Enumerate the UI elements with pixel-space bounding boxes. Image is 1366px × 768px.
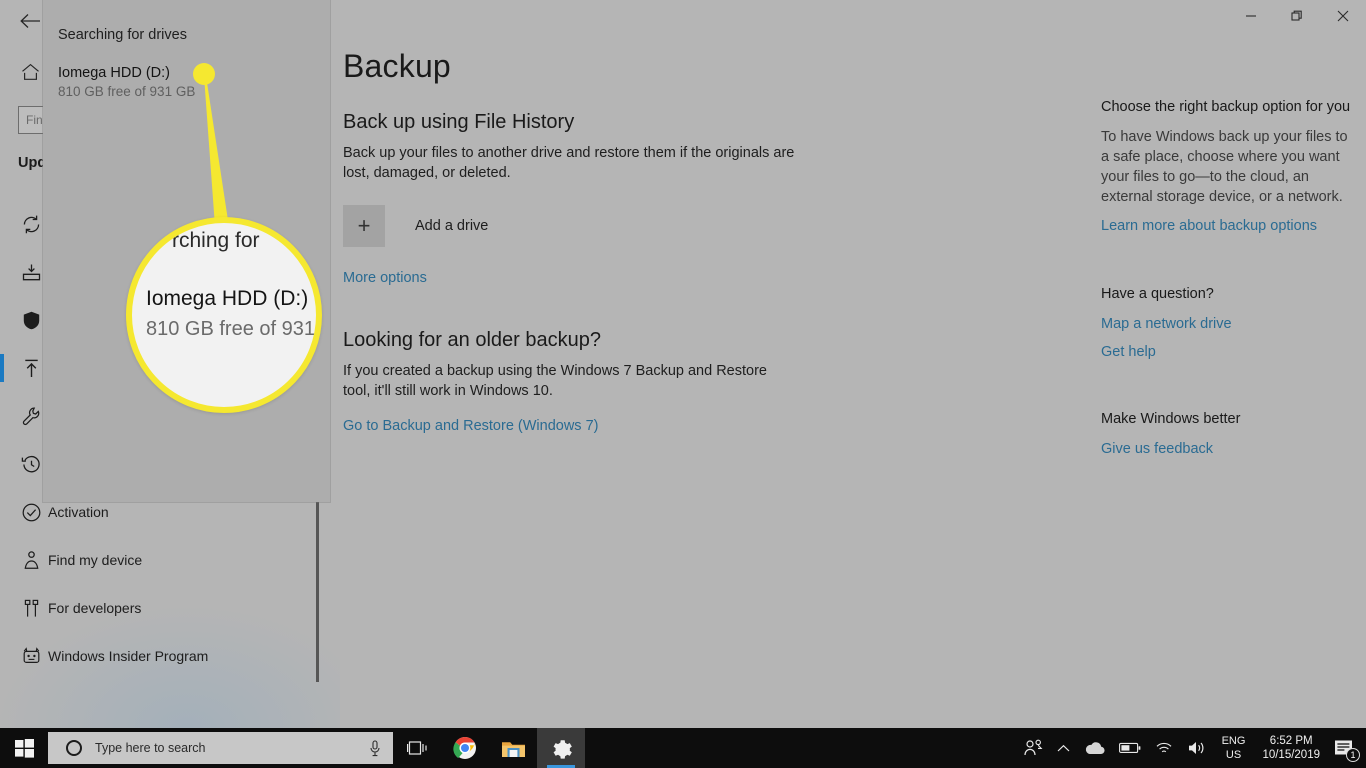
input-language-indicator[interactable]: ENG US <box>1213 734 1255 762</box>
add-a-drive-label: Add a drive <box>415 218 489 234</box>
magnifier-drive-free: 810 GB free of 931 <box>146 318 316 340</box>
chrome-button[interactable] <box>441 728 489 768</box>
give-us-feedback-link[interactable]: Give us feedback <box>1101 441 1351 457</box>
battery-icon[interactable] <box>1112 728 1148 768</box>
make-windows-better-heading: Make Windows better <box>1101 411 1241 427</box>
choose-option-body: To have Windows back up your files to a … <box>1101 129 1348 205</box>
task-view-button[interactable] <box>393 728 441 768</box>
magnifier-line-top: rching for <box>172 229 260 252</box>
file-explorer-button[interactable] <box>489 728 537 768</box>
clock[interactable]: 6:52 PM 10/15/2019 <box>1254 734 1328 762</box>
magnifier-drive-name: Iomega HDD (D:) <box>146 287 309 310</box>
cortana-icon <box>66 740 82 756</box>
minimize-button[interactable] <box>1228 0 1274 32</box>
magnifier-callout-circle: rching for Iomega HDD (D:) 810 GB free o… <box>126 217 322 413</box>
start-button[interactable] <box>0 728 48 768</box>
find-my-device-icon <box>14 550 48 571</box>
make-windows-better-block: Make Windows better Give us feedback <box>1101 410 1351 457</box>
main-content: Backup Back up using File History Back u… <box>343 48 1083 435</box>
map-network-drive-link[interactable]: Map a network drive <box>1101 316 1351 332</box>
taskbar-search-box[interactable]: Type here to search <box>48 732 393 764</box>
related-settings-pane: Choose the right backup option for you T… <box>1101 98 1351 457</box>
action-center-badge: 1 <box>1346 748 1360 762</box>
sidebar-item-windows-insider-program[interactable]: Windows Insider Program <box>0 632 320 680</box>
taskbar-search-placeholder: Type here to search <box>95 741 206 755</box>
windows-insider-icon <box>14 646 48 667</box>
settings-button[interactable] <box>537 728 585 768</box>
have-a-question-block: Have a question? Map a network drive Get… <box>1101 285 1351 360</box>
window-titlebar <box>0 0 1366 32</box>
magnifier-content: rching for Iomega HDD (D:) 810 GB free o… <box>132 223 316 407</box>
backup-and-restore-link[interactable]: Go to Backup and Restore (Windows 7) <box>343 418 598 434</box>
older-backup-heading: Looking for an older backup? <box>343 329 601 351</box>
plus-icon: + <box>343 205 385 247</box>
sidebar-section-header: Upd <box>18 155 47 171</box>
language-line-2: US <box>1225 749 1242 761</box>
drive-name: Iomega HDD (D:) <box>58 65 170 81</box>
sidebar-item-for-developers[interactable]: For developers <box>0 584 320 632</box>
sidebar-item-label: Find my device <box>48 552 143 568</box>
activation-check-icon <box>14 502 48 523</box>
more-options-link[interactable]: More options <box>343 270 427 286</box>
older-backup-description: If you created a backup using the Window… <box>343 363 767 399</box>
learn-more-backup-options-link[interactable]: Learn more about backup options <box>1101 218 1317 234</box>
screen: Fin Upd Activation Find my device For de… <box>0 0 1366 768</box>
choose-option-heading: Choose the right backup option for you <box>1101 99 1351 115</box>
network-wifi-icon[interactable] <box>1148 728 1180 768</box>
people-icon[interactable] <box>1016 728 1050 768</box>
chevron-up-icon[interactable] <box>1050 728 1077 768</box>
sidebar-item-label: For developers <box>48 600 142 616</box>
page-title: Backup <box>343 48 451 84</box>
drive-list-item[interactable]: Iomega HDD (D:) 810 GB free of 931 GB <box>58 65 195 99</box>
close-button[interactable] <box>1320 0 1366 32</box>
microphone-icon[interactable] <box>369 740 381 762</box>
system-tray: ENG US 6:52 PM 10/15/2019 1 <box>1016 728 1366 768</box>
file-history-description: Back up your files to another drive and … <box>343 145 795 181</box>
volume-icon[interactable] <box>1180 728 1213 768</box>
sidebar-item-label: Activation <box>48 504 109 520</box>
clock-date: 10/15/2019 <box>1262 749 1320 761</box>
have-a-question-heading: Have a question? <box>1101 286 1214 302</box>
taskbar: Type here to search ENG US 6:52 PM 10/15… <box>0 728 1366 768</box>
get-help-link[interactable]: Get help <box>1101 344 1351 360</box>
onedrive-cloud-icon[interactable] <box>1077 728 1112 768</box>
add-a-drive-button[interactable]: + Add a drive <box>343 205 1083 247</box>
clock-time: 6:52 PM <box>1269 735 1313 747</box>
file-history-heading: Back up using File History <box>343 111 575 133</box>
drive-free-space: 810 GB free of 931 GB <box>58 84 196 99</box>
language-line-1: ENG <box>1221 735 1246 747</box>
sidebar-item-label: Windows Insider Program <box>48 648 209 664</box>
restore-button[interactable] <box>1274 0 1320 32</box>
action-center-button[interactable]: 1 <box>1328 728 1366 768</box>
for-developers-icon <box>14 598 48 619</box>
sidebar-item-find-my-device[interactable]: Find my device <box>0 536 320 584</box>
